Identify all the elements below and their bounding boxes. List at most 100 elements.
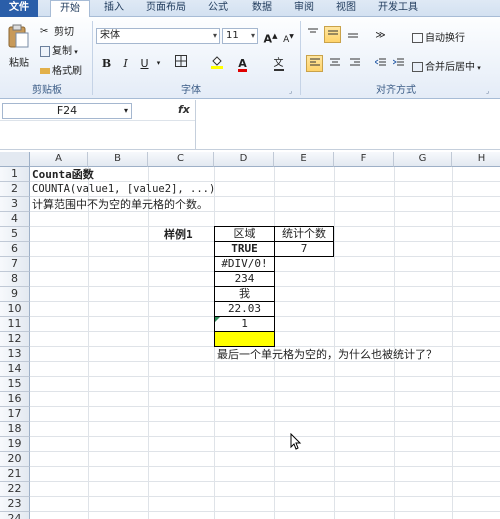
align-right-icon (349, 58, 360, 66)
cell-d7[interactable]: #DIV/0! (214, 256, 275, 272)
row-header-17[interactable]: 17 (0, 407, 30, 422)
cell-d11[interactable]: 1 (214, 316, 275, 332)
select-all-corner[interactable] (0, 152, 30, 167)
ribbon: 粘贴 ✂ 剪切 复制 ▾ 格式刷 剪贴板 宋体 ▾ 11 ▾ A▲ A▼ B I U … (0, 17, 500, 99)
column-header-e[interactable]: E (274, 152, 334, 167)
mouse-cursor-icon (290, 433, 302, 450)
scissors-icon: ✂ (40, 26, 49, 37)
worksheet-grid[interactable]: A B C D E F G H 1 2 3 4 5 6 7 8 9 10 11 12 13 14 15 16 1… (0, 152, 500, 519)
column-header-c[interactable]: C (148, 152, 214, 167)
cell-a2[interactable]: COUNTA(value1, [value2], ...) (32, 182, 215, 197)
tab-file[interactable]: 文件 (0, 0, 38, 17)
chevron-down-icon[interactable]: ▾ (251, 29, 255, 43)
cell-d6[interactable]: TRUE (214, 241, 275, 257)
row-header-7[interactable]: 7 (0, 257, 30, 272)
tab-home[interactable]: 开始 (50, 0, 90, 18)
row-header-13[interactable]: 13 (0, 347, 30, 362)
chevron-down-icon[interactable]: ▾ (124, 104, 128, 118)
grid-line (30, 421, 500, 422)
row-header-21[interactable]: 21 (0, 467, 30, 482)
format-painter-button[interactable]: 格式刷 (40, 62, 82, 77)
row-header-16[interactable]: 16 (0, 392, 30, 407)
row-header-19[interactable]: 19 (0, 437, 30, 452)
orientation-button[interactable]: ≫ (372, 26, 389, 43)
tab-developer[interactable]: 开发工具 (372, 0, 424, 17)
dialog-launcher-icon[interactable]: ⌟ (486, 87, 489, 95)
cell-d13[interactable]: 最后一个单元格为空的，为什么也被统计了？ (217, 347, 437, 362)
align-middle-icon (327, 30, 338, 35)
cell-d9[interactable]: 我 (214, 286, 275, 302)
wrap-text-button[interactable]: 自动换行 (412, 29, 465, 44)
column-header-f[interactable]: F (334, 152, 394, 167)
name-box[interactable]: F24 ▾ (2, 103, 132, 119)
row-header-4[interactable]: 4 (0, 212, 30, 227)
grow-font-button[interactable]: A▲ (262, 28, 279, 46)
row-header-8[interactable]: 8 (0, 272, 30, 287)
row-header-24[interactable]: 24 (0, 512, 30, 519)
row-header-18[interactable]: 18 (0, 422, 30, 437)
decrease-indent-button[interactable] (372, 55, 389, 72)
italic-button[interactable]: I (117, 55, 134, 72)
borders-button[interactable] (172, 55, 189, 72)
row-header-3[interactable]: 3 (0, 197, 30, 212)
row-header-2[interactable]: 2 (0, 182, 30, 197)
insert-function-icon[interactable]: fx (178, 103, 190, 116)
tab-page-layout[interactable]: 页面布局 (140, 0, 192, 17)
cell-d10[interactable]: 22.03 (214, 301, 275, 317)
grid-line (30, 391, 500, 392)
row-header-20[interactable]: 20 (0, 452, 30, 467)
tab-view[interactable]: 视图 (328, 0, 364, 17)
row-header-11[interactable]: 11 (0, 317, 30, 332)
phonetic-button[interactable]: 文 (270, 55, 287, 72)
font-color-button[interactable]: A (234, 55, 251, 72)
cell-c5[interactable]: 样例1 (164, 227, 193, 242)
cell-e6[interactable]: 7 (274, 241, 334, 257)
increase-indent-button[interactable] (390, 55, 407, 72)
row-header-1[interactable]: 1 (0, 167, 30, 182)
tab-data[interactable]: 数据 (244, 0, 280, 17)
column-header-h[interactable]: H (452, 152, 500, 167)
tab-formulas[interactable]: 公式 (200, 0, 236, 17)
align-bottom-button[interactable] (344, 26, 361, 43)
cell-d8[interactable]: 234 (214, 271, 275, 287)
chevron-down-icon[interactable]: ▾ (213, 29, 217, 43)
row-header-6[interactable]: 6 (0, 242, 30, 257)
column-header-g[interactable]: G (394, 152, 452, 167)
font-name-value: 宋体 (100, 30, 120, 41)
font-size-combo[interactable]: 11 ▾ (222, 28, 258, 44)
tab-insert[interactable]: 插入 (96, 0, 132, 17)
align-right-button[interactable] (346, 55, 363, 72)
paste-button[interactable]: 粘贴 (6, 23, 32, 69)
row-header-9[interactable]: 9 (0, 287, 30, 302)
align-top-button[interactable] (304, 26, 321, 43)
column-header-b[interactable]: B (88, 152, 148, 167)
align-center-button[interactable] (326, 55, 343, 72)
row-header-14[interactable]: 14 (0, 362, 30, 377)
row-header-15[interactable]: 15 (0, 377, 30, 392)
bold-button[interactable]: B (98, 55, 115, 72)
dialog-launcher-icon[interactable]: ⌟ (289, 87, 292, 95)
grid-line (30, 496, 500, 497)
chevron-down-icon[interactable]: ▾ (150, 55, 167, 72)
row-header-12[interactable]: 12 (0, 332, 30, 347)
tab-review[interactable]: 审阅 (286, 0, 322, 17)
cut-button[interactable]: ✂ 剪切 (40, 23, 74, 38)
align-left-button[interactable] (306, 55, 323, 72)
shrink-font-button[interactable]: A▼ (280, 28, 297, 45)
row-header-5[interactable]: 5 (0, 227, 30, 242)
cell-e5[interactable]: 统计个数 (274, 226, 334, 242)
align-middle-button[interactable] (324, 26, 341, 43)
cell-d12[interactable] (214, 331, 275, 347)
merge-center-button[interactable]: 合并后居中 ▾ (412, 58, 481, 73)
column-header-d[interactable]: D (214, 152, 274, 167)
cell-a1[interactable]: Counta函数 (32, 167, 94, 182)
column-header-a[interactable]: A (30, 152, 88, 167)
cell-d5[interactable]: 区域 (214, 226, 275, 242)
row-header-10[interactable]: 10 (0, 302, 30, 317)
cell-a3[interactable]: 计算范围中不为空的单元格的个数。 (32, 197, 208, 212)
fill-color-button[interactable] (208, 55, 225, 72)
row-header-22[interactable]: 22 (0, 482, 30, 497)
row-header-23[interactable]: 23 (0, 497, 30, 512)
font-name-combo[interactable]: 宋体 ▾ (96, 28, 220, 44)
copy-button[interactable]: 复制 ▾ (40, 42, 78, 57)
